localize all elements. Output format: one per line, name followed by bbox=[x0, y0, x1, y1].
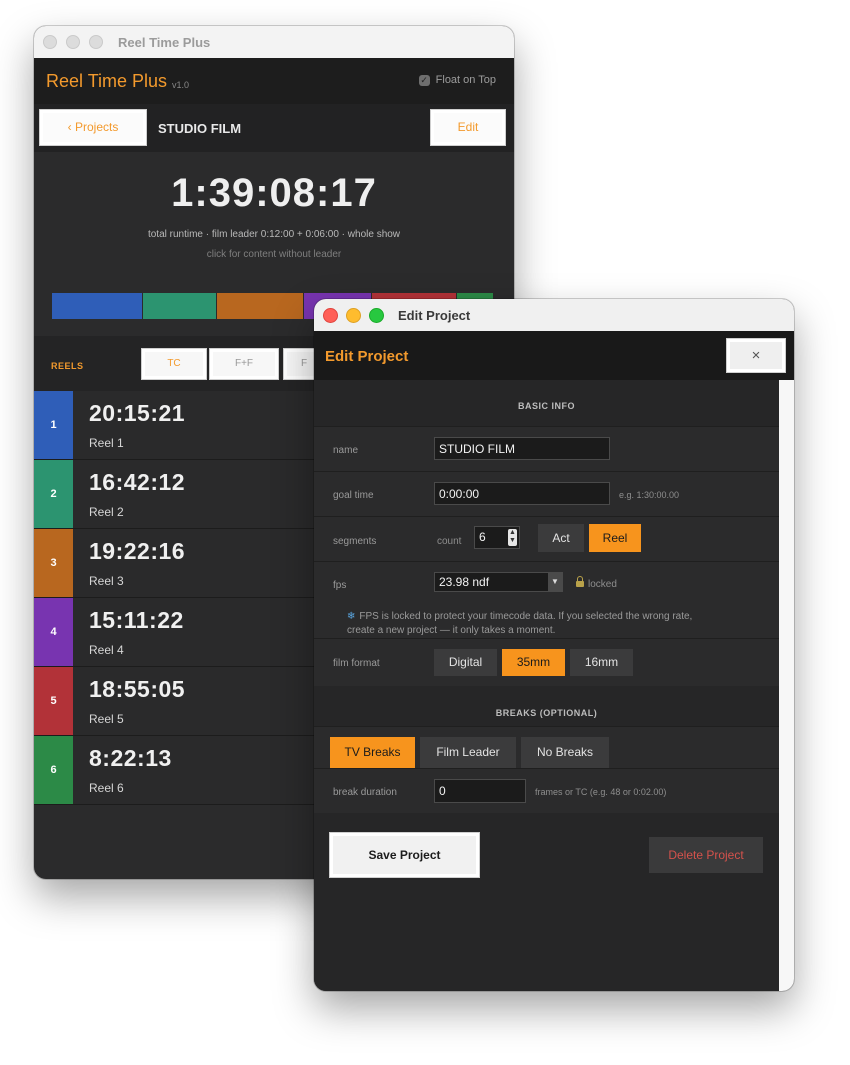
break-duration-label: break duration bbox=[333, 787, 397, 798]
main-titlebar[interactable]: Reel Time Plus bbox=[34, 26, 514, 59]
close-dialog-button[interactable]: × bbox=[726, 338, 786, 373]
film-format-row: film format Digital 35mm 16mm bbox=[314, 638, 779, 686]
break-duration-row: break duration frames or TC (e.g. 48 or … bbox=[314, 768, 779, 813]
format-ff-button[interactable]: F+F bbox=[209, 348, 279, 380]
reel-time: 8:22:13 bbox=[89, 745, 172, 771]
break-tv-button[interactable]: TV Breaks bbox=[330, 737, 415, 768]
format-tc-button[interactable]: TC bbox=[141, 348, 207, 380]
zoom-light[interactable] bbox=[89, 35, 103, 49]
app-name: Reel Time Plus bbox=[46, 71, 168, 91]
reel-number: 3 bbox=[34, 529, 73, 597]
segments-row: segments count 6 ▲ ▼ Act Reel bbox=[314, 516, 779, 562]
count-label: count bbox=[437, 536, 462, 547]
total-runtime[interactable]: 1:39:08:17 bbox=[34, 171, 514, 216]
fps-locked-indicator: locked bbox=[576, 576, 617, 590]
name-label: name bbox=[333, 445, 359, 456]
goal-time-hint: e.g. 1:30:00.00 bbox=[619, 490, 680, 500]
edit-titlebar[interactable]: Edit Project bbox=[314, 299, 794, 332]
reel-name: Reel 3 bbox=[89, 574, 124, 588]
reel-time: 20:15:21 bbox=[89, 400, 186, 426]
basic-info-heading: BASIC INFO bbox=[517, 401, 575, 411]
main-window-title: Reel Time Plus bbox=[118, 35, 211, 50]
fps-note-line1: FPS is locked to protect your timecode d… bbox=[359, 611, 693, 622]
break-film-leader-button[interactable]: Film Leader bbox=[420, 737, 516, 768]
reel-time: 18:55:05 bbox=[89, 676, 186, 702]
edit-header-title: Edit Project bbox=[325, 348, 409, 365]
goal-time-row: goal time e.g. 1:30:00.00 bbox=[314, 471, 779, 517]
reel-time: 19:22:16 bbox=[89, 538, 186, 564]
reel-name: Reel 6 bbox=[89, 781, 124, 795]
film-format-35mm-button[interactable]: 35mm bbox=[502, 649, 565, 676]
fps-label: fps bbox=[333, 580, 347, 591]
edit-scrollbar[interactable] bbox=[779, 380, 794, 991]
snowflake-icon: ❄ bbox=[347, 611, 356, 622]
stepper-arrows-icon[interactable]: ▲ ▼ bbox=[508, 529, 517, 546]
fps-note-line2: create a new project — it only takes a m… bbox=[347, 625, 556, 636]
fps-note: ❄ FPS is locked to protect your timecode … bbox=[347, 610, 767, 638]
break-duration-hint: frames or TC (e.g. 48 or 0:02.00) bbox=[535, 787, 667, 797]
fps-row: fps 23.98 ndf ▼ locked ❄ FPS is locked to… bbox=[314, 561, 779, 639]
edit-header: Edit Project × bbox=[314, 331, 794, 380]
name-row: name bbox=[314, 426, 779, 472]
breaks-heading: BREAKS (OPTIONAL) bbox=[495, 708, 598, 718]
app-header: Reel Time Plus v1.0 ✓ Float on Top bbox=[34, 58, 514, 104]
lock-icon bbox=[576, 576, 584, 587]
reels-label: REELS bbox=[51, 361, 84, 371]
reel-number: 1 bbox=[34, 391, 73, 459]
minimize-light[interactable] bbox=[66, 35, 80, 49]
film-format-digital-button[interactable]: Digital bbox=[434, 649, 497, 676]
color-segment-reel-1 bbox=[52, 293, 142, 319]
edit-form: BASIC INFO name goal time e.g. 1:30:00.0… bbox=[314, 380, 779, 991]
reel-number: 4 bbox=[34, 598, 73, 666]
runtime-details: total runtime · film leader 0:12:00 + 0:… bbox=[147, 229, 401, 240]
reel-number: 6 bbox=[34, 736, 73, 804]
count-value: 6 bbox=[479, 530, 486, 544]
close-light[interactable] bbox=[43, 35, 57, 49]
color-segment-reel-3 bbox=[217, 293, 303, 319]
app-version: v1.0 bbox=[172, 80, 190, 90]
reel-time: 16:42:12 bbox=[89, 469, 186, 495]
break-duration-input[interactable] bbox=[434, 779, 526, 803]
zoom-light[interactable] bbox=[369, 308, 384, 323]
film-format-label: film format bbox=[333, 658, 380, 669]
name-input[interactable] bbox=[434, 437, 610, 460]
delete-project-button[interactable]: Delete Project bbox=[649, 837, 763, 873]
edit-project-window: Edit Project Edit Project × BASIC INFO n… bbox=[314, 299, 794, 991]
fps-locked-label: locked bbox=[588, 579, 617, 590]
reel-number: 5 bbox=[34, 667, 73, 735]
float-on-top-toggle[interactable]: ✓ Float on Top bbox=[418, 74, 496, 86]
close-light[interactable] bbox=[323, 308, 338, 323]
segments-label: segments bbox=[333, 536, 377, 547]
project-name: STUDIO FILM bbox=[158, 121, 242, 136]
break-type-row: TV Breaks Film Leader No Breaks bbox=[314, 726, 779, 769]
chevron-down-icon: ▼ bbox=[548, 573, 562, 591]
reel-name: Reel 2 bbox=[89, 505, 124, 519]
color-segment-reel-2 bbox=[143, 293, 216, 319]
edit-window-title: Edit Project bbox=[398, 308, 471, 323]
break-none-button[interactable]: No Breaks bbox=[521, 737, 609, 768]
reel-number: 2 bbox=[34, 460, 73, 528]
reel-time: 15:11:22 bbox=[89, 607, 184, 633]
count-stepper[interactable]: 6 ▲ ▼ bbox=[474, 526, 520, 549]
checkbox-icon[interactable]: ✓ bbox=[418, 74, 430, 86]
reel-name: Reel 4 bbox=[89, 643, 124, 657]
segment-reel-button[interactable]: Reel bbox=[589, 524, 641, 552]
segment-act-button[interactable]: Act bbox=[538, 524, 584, 552]
goal-time-label: goal time bbox=[333, 490, 374, 501]
edit-button[interactable]: Edit bbox=[430, 109, 506, 146]
close-icon: × bbox=[751, 347, 761, 364]
minimize-light[interactable] bbox=[346, 308, 361, 323]
runtime-hint: click for content without leader bbox=[206, 249, 342, 260]
goal-time-input[interactable] bbox=[434, 482, 610, 505]
back-to-projects-button[interactable]: ‹ Projects bbox=[39, 109, 147, 146]
save-project-button[interactable]: Save Project bbox=[329, 832, 480, 878]
project-bar: ‹ Projects STUDIO FILM Edit bbox=[34, 104, 514, 152]
reel-name: Reel 1 bbox=[89, 436, 124, 450]
float-on-top-label: Float on Top bbox=[435, 74, 496, 86]
film-format-16mm-button[interactable]: 16mm bbox=[570, 649, 633, 676]
fps-value: 23.98 ndf bbox=[439, 575, 490, 589]
reel-name: Reel 5 bbox=[89, 712, 124, 726]
fps-select[interactable]: 23.98 ndf ▼ bbox=[434, 572, 563, 592]
